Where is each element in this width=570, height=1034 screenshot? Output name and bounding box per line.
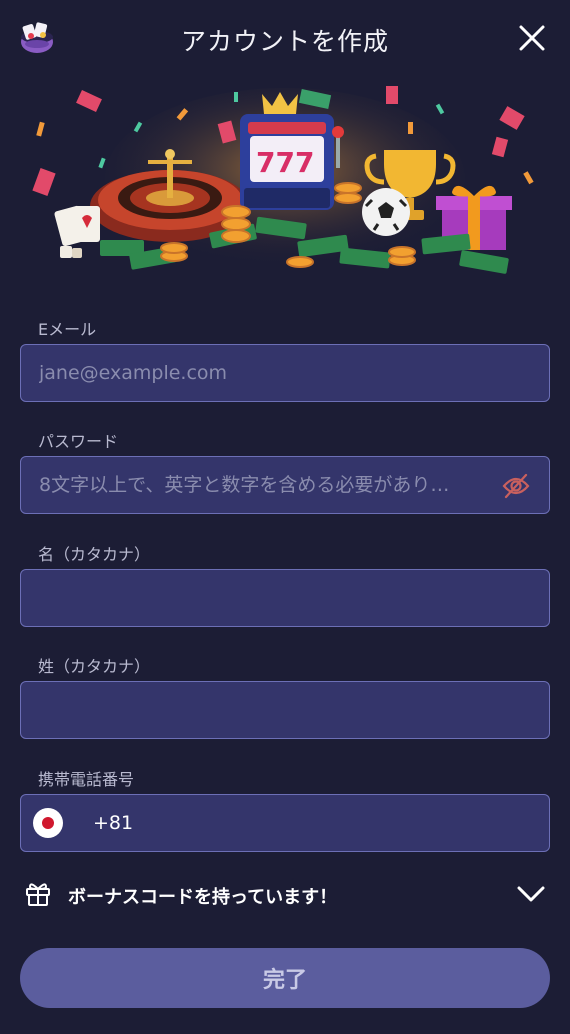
last-name-field-container — [20, 681, 550, 739]
email-label: Eメール — [38, 320, 97, 339]
password-label: パスワード — [38, 432, 119, 451]
phone-label: 携帯電話番号 — [38, 770, 135, 789]
chevron-down-icon[interactable] — [516, 880, 546, 908]
phone-field[interactable] — [21, 795, 549, 851]
bonus-code-toggle[interactable]: ボーナスコードを持っています！ — [20, 870, 550, 918]
casino-illustration: 777 — [32, 86, 534, 274]
email-field-container — [20, 344, 550, 402]
email-field[interactable] — [21, 345, 549, 401]
phone-field-container: +81 — [20, 794, 550, 852]
header: アカウントを作成 — [0, 0, 570, 78]
eye-off-icon[interactable] — [501, 471, 531, 501]
bonus-code-label: ボーナスコードを持っています！ — [68, 887, 338, 908]
first-name-field-container — [20, 569, 550, 627]
first-name-label: 名（カタカナ） — [38, 545, 151, 564]
first-name-field[interactable] — [21, 570, 549, 626]
password-field[interactable] — [21, 457, 549, 513]
last-name-field[interactable] — [21, 682, 549, 738]
gift-icon — [26, 883, 50, 906]
password-field-container — [20, 456, 550, 514]
svg-text:777: 777 — [256, 146, 314, 179]
close-icon[interactable] — [516, 22, 548, 54]
submit-button[interactable]: 完了 — [20, 948, 550, 1008]
page-title: アカウントを作成 — [180, 27, 389, 56]
last-name-label: 姓（カタカナ） — [38, 657, 151, 676]
